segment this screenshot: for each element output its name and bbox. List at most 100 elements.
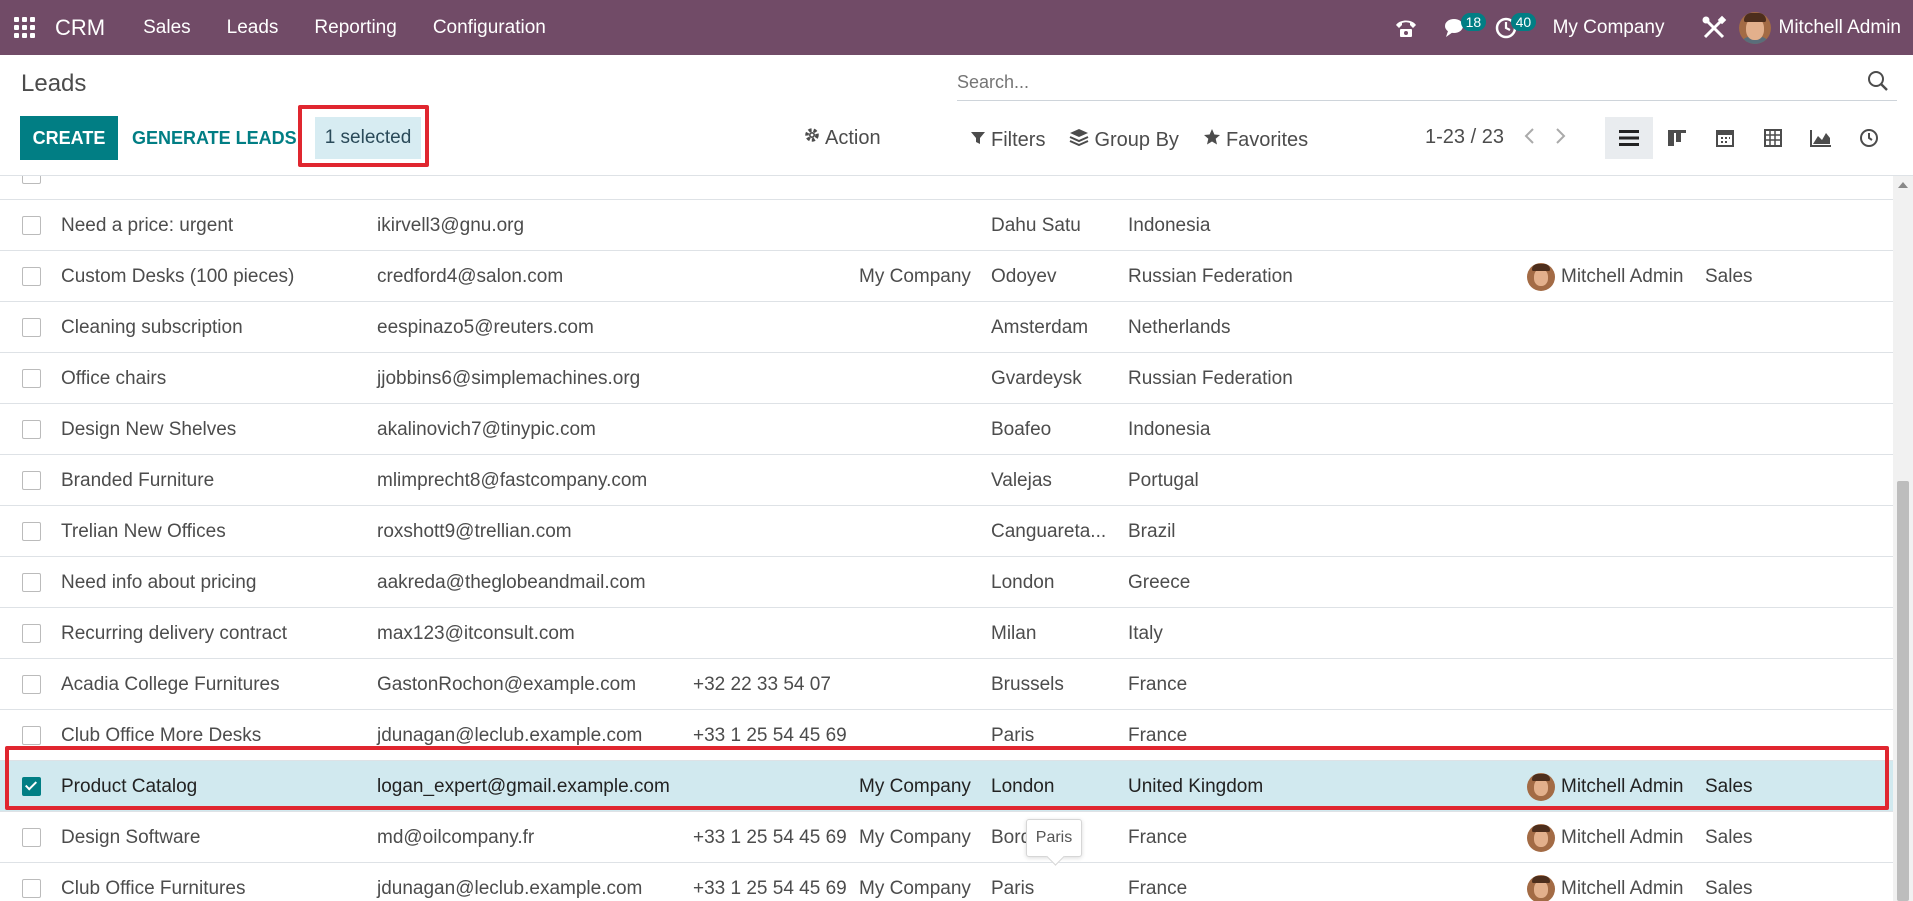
email-cell: mlimprecht8@fastcompany.com <box>377 470 648 491</box>
table-row[interactable]: Need info about pricing aakreda@theglobea… <box>0 557 1893 608</box>
groupby-dropdown[interactable]: Group By <box>1069 128 1179 152</box>
city-cell: Canguareta... <box>991 521 1107 542</box>
email-cell: aakreda@theglobeandmail.com <box>377 572 646 593</box>
phone-cell: +33 1 25 54 45 69 <box>693 725 847 746</box>
company-cell: My Company <box>859 878 971 899</box>
table-row[interactable]: Branded Furniture mlimprecht8@fastcompany… <box>0 455 1893 506</box>
row-checkbox[interactable] <box>22 522 41 541</box>
row-checkbox[interactable] <box>22 777 41 796</box>
app-brand[interactable]: CRM <box>55 15 105 41</box>
pivot-view-icon[interactable] <box>1749 117 1797 159</box>
favorites-dropdown[interactable]: Favorites <box>1203 128 1308 152</box>
messages-count-badge: 18 <box>1460 12 1487 31</box>
calendar-view-icon[interactable] <box>1701 117 1749 159</box>
row-checkbox[interactable] <box>22 176 41 184</box>
row-checkbox[interactable] <box>22 369 41 388</box>
messages-icon[interactable]: 18 <box>1441 12 1487 43</box>
generate-leads-button[interactable]: GENERATE LEADS <box>126 116 303 160</box>
graph-view-icon[interactable] <box>1797 117 1845 159</box>
email-cell: jdunagan@leclub.example.com <box>377 725 643 746</box>
lead-name-cell: Club Office Furnitures <box>61 878 246 899</box>
row-checkbox[interactable] <box>22 675 41 694</box>
row-checkbox[interactable] <box>22 879 41 898</box>
search-input[interactable] <box>957 67 1837 97</box>
scroll-thumb[interactable] <box>1897 481 1909 901</box>
city-cell: London <box>991 776 1055 797</box>
table-row[interactable]: Design Software md@oilcompany.fr +33 1 25 … <box>0 812 1893 863</box>
country-cell: Russian Federation <box>1128 266 1293 287</box>
salesperson-avatar <box>1527 263 1555 291</box>
action-dropdown[interactable]: Action <box>803 126 881 150</box>
email-cell: GastonRochon@example.com <box>377 674 637 695</box>
table-row[interactable]: Product Catalog logan_expert@gmail.exampl… <box>0 761 1893 812</box>
menu-leads[interactable]: Leads <box>209 17 297 39</box>
activity-view-icon[interactable] <box>1845 117 1893 159</box>
country-cell: Russian Federation <box>1128 368 1293 389</box>
row-checkbox[interactable] <box>22 471 41 490</box>
salesperson-avatar <box>1527 875 1555 901</box>
row-checkbox[interactable] <box>22 624 41 643</box>
lead-name-cell: Need info about pricing <box>61 572 257 593</box>
table-row[interactable]: Recurring delivery contract max123@itcons… <box>0 608 1893 659</box>
table-row[interactable]: Design New Shelves akalinovich7@tinypic.c… <box>0 404 1893 455</box>
action-label: Action <box>825 126 881 149</box>
phone-icon[interactable] <box>1391 13 1421 43</box>
menu-sales[interactable]: Sales <box>125 17 209 39</box>
company-switcher[interactable]: My Company <box>1553 17 1665 39</box>
filters-dropdown[interactable]: Filters <box>970 128 1045 152</box>
list-scrollbar[interactable] <box>1893 176 1913 901</box>
lead-name-cell: Trelian New Offices <box>61 521 226 542</box>
menu-reporting[interactable]: Reporting <box>296 17 414 39</box>
chevron-left-icon[interactable] <box>1523 124 1537 148</box>
salesperson-cell: Mitchell Admin <box>1527 875 1684 901</box>
row-checkbox[interactable] <box>22 828 41 847</box>
search-icon[interactable] <box>1867 70 1889 97</box>
table-row[interactable]: Trelian New Offices roxshott9@trellian.co… <box>0 506 1893 557</box>
city-cell: Valejas <box>991 470 1052 491</box>
city-cell: Amsterdam <box>991 317 1089 338</box>
table-row[interactable]: Office chairs jjobbins6@simplemachines.or… <box>0 353 1893 404</box>
lead-name-cell: Acadia College Furnitures <box>61 674 280 695</box>
user-menu[interactable]: Mitchell Admin <box>1779 17 1902 39</box>
chevron-right-icon[interactable] <box>1555 124 1569 148</box>
row-checkbox[interactable] <box>22 267 41 286</box>
table-row[interactable]: Club Office More Desks jdunagan@leclub.ex… <box>0 710 1893 761</box>
lead-name-cell: Design New Shelves <box>61 419 237 440</box>
row-checkbox[interactable] <box>22 420 41 439</box>
email-cell: jjobbins6@simplemachines.org <box>377 368 641 389</box>
row-checkbox[interactable] <box>22 216 41 235</box>
phone-cell: +33 1 25 54 45 69 <box>693 878 847 899</box>
table-row[interactable]: Custom Desks (100 pieces) credford4@salon… <box>0 251 1893 302</box>
country-cell: France <box>1128 878 1188 899</box>
country-cell: France <box>1128 827 1188 848</box>
table-row[interactable]: Acadia College Furnitures GastonRochon@ex… <box>0 659 1893 710</box>
kanban-view-icon[interactable] <box>1653 117 1701 159</box>
country-cell: Italy <box>1128 623 1163 644</box>
apps-menu-icon[interactable] <box>14 16 36 39</box>
create-button[interactable]: CREATE <box>20 116 118 160</box>
company-cell: My Company <box>859 827 971 848</box>
scroll-up-arrow-icon[interactable] <box>1898 182 1908 188</box>
selected-count-badge[interactable]: 1 selected <box>315 117 421 159</box>
row-checkbox[interactable] <box>22 726 41 745</box>
menu-configuration[interactable]: Configuration <box>415 17 564 39</box>
table-row[interactable]: Club Office Furnitures jdunagan@leclub.ex… <box>0 863 1893 901</box>
row-checkbox[interactable] <box>22 573 41 592</box>
salesperson-name: Mitchell Admin <box>1561 266 1684 287</box>
table-row[interactable] <box>0 176 1893 200</box>
table-row[interactable]: Cleaning subscription eespinazo5@reuters.… <box>0 302 1893 353</box>
search-options: Filters Group By Favorites <box>970 128 1308 152</box>
company-cell: My Company <box>859 776 971 797</box>
activities-clock-icon[interactable]: 40 <box>1491 12 1537 43</box>
table-row[interactable]: Need a price: urgent ikirvell3@gnu.org Dah… <box>0 200 1893 251</box>
email-cell: max123@itconsult.com <box>377 623 575 644</box>
city-cell: Dahu Satu <box>991 215 1081 236</box>
pager-value[interactable]: 1-23 / 23 <box>1425 126 1504 149</box>
country-cell: Indonesia <box>1128 215 1211 236</box>
lead-name-cell: Cleaning subscription <box>61 317 243 338</box>
list-view-icon[interactable] <box>1605 117 1653 159</box>
user-avatar[interactable] <box>1738 11 1771 44</box>
debug-tools-icon[interactable] <box>1699 13 1729 43</box>
row-checkbox[interactable] <box>22 318 41 337</box>
city-cell: Brussels <box>991 674 1064 695</box>
